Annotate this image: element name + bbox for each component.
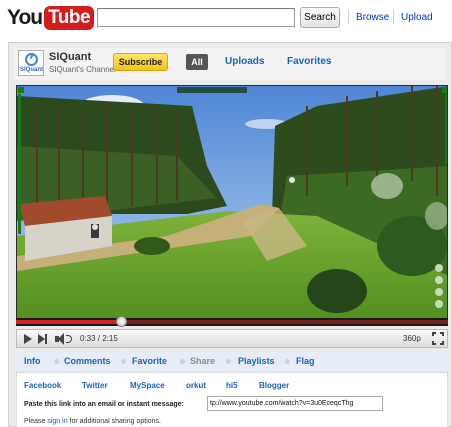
logo-you: You bbox=[7, 6, 43, 29]
avatar-logo-icon bbox=[25, 53, 38, 66]
sign-in-note: Please sign in for additional sharing op… bbox=[24, 418, 161, 425]
browse-link[interactable]: Browse bbox=[356, 12, 389, 23]
favorite-button[interactable]: Favorite bbox=[132, 356, 167, 366]
channel-subtitle[interactable]: SIQuant's Channel bbox=[49, 65, 116, 74]
share-blogger-link[interactable]: Blogger bbox=[259, 381, 289, 390]
share-hi5-link[interactable]: hi5 bbox=[226, 381, 238, 390]
quality-selector[interactable]: 360p bbox=[403, 334, 421, 343]
sign-in-link[interactable]: sign in bbox=[47, 418, 67, 425]
video-frame bbox=[17, 86, 447, 323]
comments-button[interactable]: Comments bbox=[64, 356, 111, 366]
separator-dot bbox=[121, 359, 126, 364]
subscribe-button[interactable]: Subscribe bbox=[113, 53, 168, 71]
sign-in-prefix: Please bbox=[24, 418, 48, 425]
avatar[interactable]: SIQuant bbox=[18, 50, 44, 76]
sign-in-suffix: for additional sharing options. bbox=[67, 418, 161, 425]
divider bbox=[393, 10, 394, 24]
fullscreen-icon[interactable] bbox=[432, 332, 444, 345]
play-icon[interactable] bbox=[24, 334, 32, 344]
volume-icon[interactable] bbox=[55, 333, 73, 345]
progress-bar[interactable] bbox=[16, 316, 448, 327]
search-button[interactable]: Search bbox=[300, 7, 340, 28]
scrubber-handle[interactable] bbox=[116, 316, 128, 327]
info-button[interactable]: Info bbox=[24, 356, 41, 366]
time-display: 0:33 / 2:15 bbox=[80, 334, 118, 343]
separator-dot bbox=[54, 359, 59, 364]
player-controls: 0:33 / 2:15 360p bbox=[16, 329, 448, 348]
tab-favorites[interactable]: Favorites bbox=[287, 56, 331, 67]
upload-link[interactable]: Upload bbox=[401, 12, 433, 23]
share-myspace-link[interactable]: MySpace bbox=[130, 381, 165, 390]
video-player[interactable] bbox=[16, 85, 448, 324]
divider bbox=[348, 10, 349, 24]
share-button[interactable]: Share bbox=[190, 356, 215, 366]
avatar-text: SIQuant bbox=[20, 67, 44, 73]
share-orkut-link[interactable]: orkut bbox=[186, 381, 206, 390]
separator-dot bbox=[285, 359, 290, 364]
top-bar: You Tube Search Browse Upload bbox=[0, 0, 452, 36]
progress-played bbox=[16, 320, 122, 324]
youtube-logo[interactable]: You Tube bbox=[7, 6, 95, 30]
logo-tube: Tube bbox=[44, 6, 95, 30]
tab-all[interactable]: All bbox=[186, 54, 208, 70]
separator-dot bbox=[226, 359, 231, 364]
tab-uploads[interactable]: Uploads bbox=[225, 56, 264, 67]
search-input[interactable] bbox=[97, 8, 295, 27]
share-url-label: Paste this link into an email or instant… bbox=[24, 401, 184, 408]
flag-button[interactable]: Flag bbox=[296, 356, 315, 366]
next-icon[interactable] bbox=[38, 334, 48, 344]
separator-dot bbox=[180, 359, 185, 364]
share-facebook-link[interactable]: Facebook bbox=[24, 381, 61, 390]
playlists-button[interactable]: Playlists bbox=[238, 356, 275, 366]
share-url-field[interactable]: tp://www.youtube.com/watch?v=3u0EceqcThg bbox=[207, 396, 383, 411]
share-twitter-link[interactable]: Twitter bbox=[82, 381, 108, 390]
channel-name[interactable]: SIQuant bbox=[49, 51, 91, 63]
